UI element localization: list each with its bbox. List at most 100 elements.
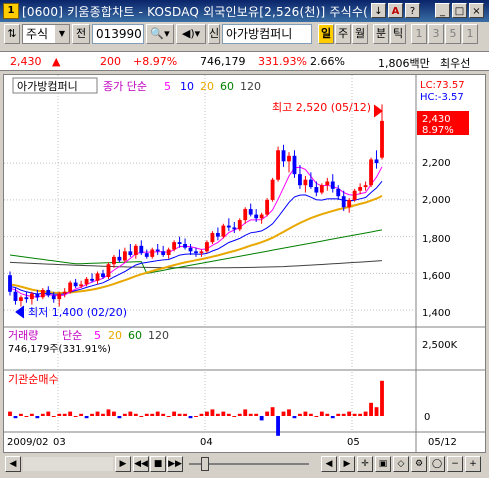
- y-axis: 2,200 2,000 1,800 1,600 1,400: [422, 158, 451, 319]
- candle-body: [254, 214, 259, 219]
- compare-icon[interactable]: ◇: [393, 456, 409, 472]
- period-tick-tab[interactable]: 틱: [390, 24, 406, 44]
- inst-bar: [139, 416, 144, 417]
- maximize-button[interactable]: □: [452, 3, 467, 18]
- minimize-button[interactable]: _: [435, 3, 450, 18]
- zoom-in-icon[interactable]: +: [465, 456, 481, 472]
- inst-bar: [276, 416, 280, 436]
- candle-body: [29, 293, 34, 300]
- step-back-icon[interactable]: ◀◀: [133, 456, 149, 472]
- candle-body: [144, 253, 149, 257]
- candle-body: [57, 293, 62, 300]
- font-button[interactable]: A: [388, 3, 403, 18]
- legend-ma120: 120: [240, 80, 261, 93]
- stop-icon[interactable]: ■: [150, 456, 166, 472]
- zoom-out-icon[interactable]: −: [447, 456, 463, 472]
- candle-body: [161, 251, 166, 256]
- interval-3-button[interactable]: 3: [428, 24, 444, 44]
- interval-5-button[interactable]: 5: [445, 24, 461, 44]
- pin-button[interactable]: ↓: [371, 3, 386, 18]
- code-input[interactable]: 013990: [92, 24, 144, 44]
- prev-button[interactable]: 전: [72, 24, 90, 44]
- inst-bar: [183, 413, 187, 416]
- candle-body: [358, 187, 363, 191]
- interval-1-button[interactable]: 1: [411, 24, 427, 44]
- candle-body: [243, 209, 248, 221]
- search-zoom-icon[interactable]: ◯: [429, 456, 445, 472]
- price-chart[interactable]: 아가방컴퍼니 종가 단순 5 10 20 60 120 LC:73.57 HC:…: [4, 75, 485, 452]
- inst-bar: [363, 411, 368, 416]
- help-button[interactable]: ?: [405, 3, 420, 18]
- candle-body: [336, 188, 341, 197]
- inst-bar: [117, 416, 122, 419]
- inst-bar: [90, 413, 94, 416]
- candle-body: [374, 159, 379, 164]
- candle-body: [259, 214, 264, 219]
- candle-body: [281, 150, 286, 162]
- inst-bar: [380, 380, 384, 416]
- scroll-track[interactable]: [23, 457, 113, 471]
- inst-bar: [298, 413, 302, 416]
- pan-right-icon[interactable]: ▶: [339, 456, 355, 472]
- candle-body: [380, 120, 384, 158]
- inst-bar: [325, 413, 330, 416]
- candle-body: [205, 242, 209, 252]
- turnover-rate: 2.66%: [310, 55, 345, 68]
- zoom-slider-thumb[interactable]: [201, 457, 209, 471]
- inst-bar: [358, 413, 363, 416]
- y-tick-1400: 1,400: [422, 308, 451, 319]
- chart-area[interactable]: 아가방컴퍼니 종가 단순 5 10 20 60 120 LC:73.57 HC:…: [3, 74, 486, 453]
- candle-body: [183, 243, 187, 248]
- candles: [8, 104, 384, 307]
- low-arrow-icon: [15, 305, 25, 319]
- inst-bar: [161, 413, 166, 416]
- candle-body: [292, 155, 297, 175]
- inst-bar: [237, 413, 242, 416]
- trade-amount: 1,806백만: [378, 57, 430, 70]
- period-week-tab[interactable]: 주: [335, 24, 351, 44]
- bottom-scrollbar[interactable]: ◀ ▶ ◀◀ ■ ▶▶ ◀ ▶ ✛ ▣ ◇ ⚙ ◯ − +: [3, 455, 486, 473]
- x-tick-feb: 2009/02: [7, 437, 49, 448]
- candle-body: [232, 227, 237, 230]
- chart-type-icon[interactable]: ⇅: [4, 24, 20, 44]
- settings-icon[interactable]: ⚙: [411, 456, 427, 472]
- inst-bar: [68, 411, 73, 416]
- period-minute-tab[interactable]: 분: [373, 24, 389, 44]
- period-month-tab[interactable]: 월: [352, 24, 368, 44]
- crosshair-icon[interactable]: ✛: [357, 456, 373, 472]
- close-button[interactable]: ×: [469, 3, 484, 18]
- candle-body: [199, 251, 204, 254]
- inst-bar: [155, 411, 160, 416]
- interval-10-button[interactable]: 1: [462, 24, 478, 44]
- volume-label: 거래량: [8, 329, 38, 342]
- play-icon[interactable]: ▶▶: [167, 456, 183, 472]
- reset-icon[interactable]: ▣: [375, 456, 391, 472]
- inst-bar: [232, 416, 237, 417]
- inst-bar: [270, 407, 275, 416]
- scroll-left-icon[interactable]: ◀: [5, 456, 21, 472]
- candle-body: [35, 293, 40, 298]
- volume-current: 746,179주(331.91%): [8, 344, 111, 355]
- candle-body: [133, 245, 138, 256]
- new-button[interactable]: 신: [208, 24, 220, 44]
- candle-body: [270, 179, 275, 200]
- inst-bar: [144, 413, 149, 416]
- scroll-right-icon[interactable]: ▶: [115, 456, 131, 472]
- inst-bar: [166, 416, 171, 417]
- market-select[interactable]: 주식 ▼: [22, 24, 70, 44]
- candle-body: [128, 251, 133, 256]
- candle-body: [308, 179, 313, 188]
- inst-bar: [84, 416, 89, 419]
- inst-bar: [210, 409, 215, 416]
- pan-left-icon[interactable]: ◀: [321, 456, 337, 472]
- period-day-tab[interactable]: 일: [318, 24, 334, 44]
- inst-bar: [243, 409, 248, 416]
- candle-body: [13, 291, 18, 301]
- candle-body: [24, 297, 29, 300]
- candle-body: [40, 289, 45, 298]
- candle-body: [319, 185, 324, 193]
- best-quote-label: 최우선: [440, 57, 471, 70]
- search-icon[interactable]: 🔍▾: [146, 24, 174, 44]
- speaker-icon[interactable]: ◀)▾: [176, 24, 206, 44]
- candle-body: [341, 196, 346, 208]
